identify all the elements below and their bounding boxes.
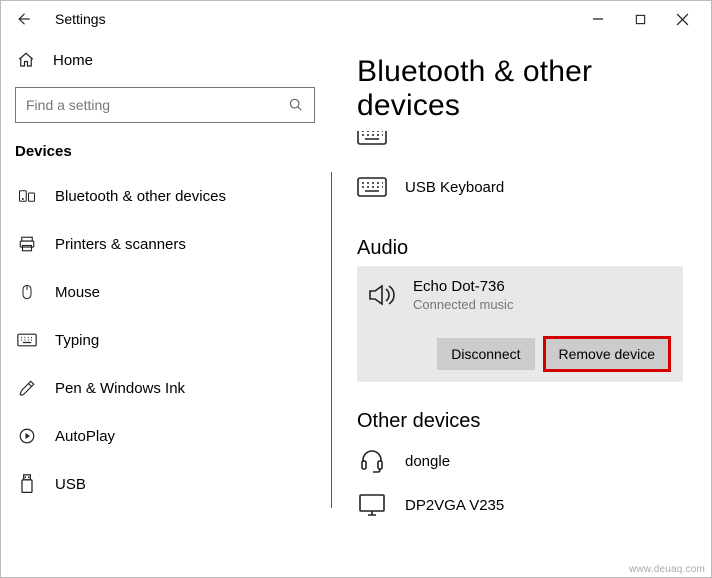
window-controls [577, 4, 703, 34]
window-title: Settings [55, 11, 106, 27]
nav-label: AutoPlay [55, 428, 115, 445]
search-box[interactable] [15, 87, 315, 123]
device-row-dp2vga[interactable]: DP2VGA V235 [357, 483, 683, 527]
keyboard-icon [17, 330, 37, 350]
mouse-icon [17, 282, 37, 302]
sidebar-heading: Devices [9, 141, 331, 172]
watermark: www.deuaq.com [629, 564, 705, 575]
nav-typing[interactable]: Typing [9, 316, 331, 364]
pen-icon [17, 378, 37, 398]
nav-autoplay[interactable]: AutoPlay [9, 412, 331, 460]
nav-label: Printers & scanners [55, 236, 186, 253]
nav-label: USB [55, 476, 86, 493]
maximize-button[interactable] [619, 4, 661, 34]
nav-label: Pen & Windows Ink [55, 380, 185, 397]
audio-section-title: Audio [357, 237, 683, 260]
other-devices-section-title: Other devices [357, 410, 683, 433]
printer-icon [17, 234, 37, 254]
nav-label: Typing [55, 332, 99, 349]
nav-label: Bluetooth & other devices [55, 188, 226, 205]
speaker-icon [367, 283, 397, 307]
monitor-icon [357, 493, 387, 517]
device-row-clipped[interactable] [357, 131, 683, 147]
audio-device-name: Echo Dot-736 [413, 278, 513, 295]
usb-icon [17, 474, 37, 494]
back-button[interactable] [9, 5, 37, 33]
home-icon [17, 51, 35, 69]
nav-label: Mouse [55, 284, 100, 301]
audio-device-status: Connected music [413, 297, 513, 312]
nav-usb[interactable]: USB [9, 460, 331, 508]
content-panel: Bluetooth & other devices USB Keyboard A… [331, 37, 711, 577]
search-icon [288, 97, 304, 113]
nav-printers[interactable]: Printers & scanners [9, 220, 331, 268]
device-row-dongle[interactable]: dongle [357, 439, 683, 483]
device-label: USB Keyboard [405, 179, 504, 196]
autoplay-icon [17, 426, 37, 446]
nav-pen[interactable]: Pen & Windows Ink [9, 364, 331, 412]
minimize-button[interactable] [577, 4, 619, 34]
home-label: Home [53, 52, 93, 69]
page-title: Bluetooth & other devices [357, 55, 683, 123]
keyboard-device-icon [357, 175, 387, 199]
titlebar: Settings [1, 1, 711, 37]
disconnect-button[interactable]: Disconnect [437, 338, 534, 370]
device-label: dongle [405, 453, 450, 470]
bluetooth-devices-icon [17, 186, 37, 206]
minimize-icon [592, 13, 604, 25]
keyboard-device-icon [357, 131, 387, 147]
home-nav[interactable]: Home [9, 41, 331, 79]
maximize-icon [635, 14, 646, 25]
search-input[interactable] [26, 97, 288, 113]
nav-mouse[interactable]: Mouse [9, 268, 331, 316]
nav-bluetooth[interactable]: Bluetooth & other devices [9, 172, 331, 220]
headset-icon [357, 449, 387, 473]
close-button[interactable] [661, 4, 703, 34]
close-icon [676, 13, 689, 26]
sidebar: Home Devices Bluetooth & other devices P… [1, 37, 331, 577]
nav-list: Bluetooth & other devices Printers & sca… [9, 172, 332, 508]
device-label: DP2VGA V235 [405, 497, 504, 514]
device-row-usb-keyboard[interactable]: USB Keyboard [357, 165, 683, 209]
audio-device-card[interactable]: Echo Dot-736 Connected music Disconnect … [357, 266, 683, 382]
remove-device-button[interactable]: Remove device [545, 338, 670, 370]
arrow-left-icon [14, 10, 32, 28]
